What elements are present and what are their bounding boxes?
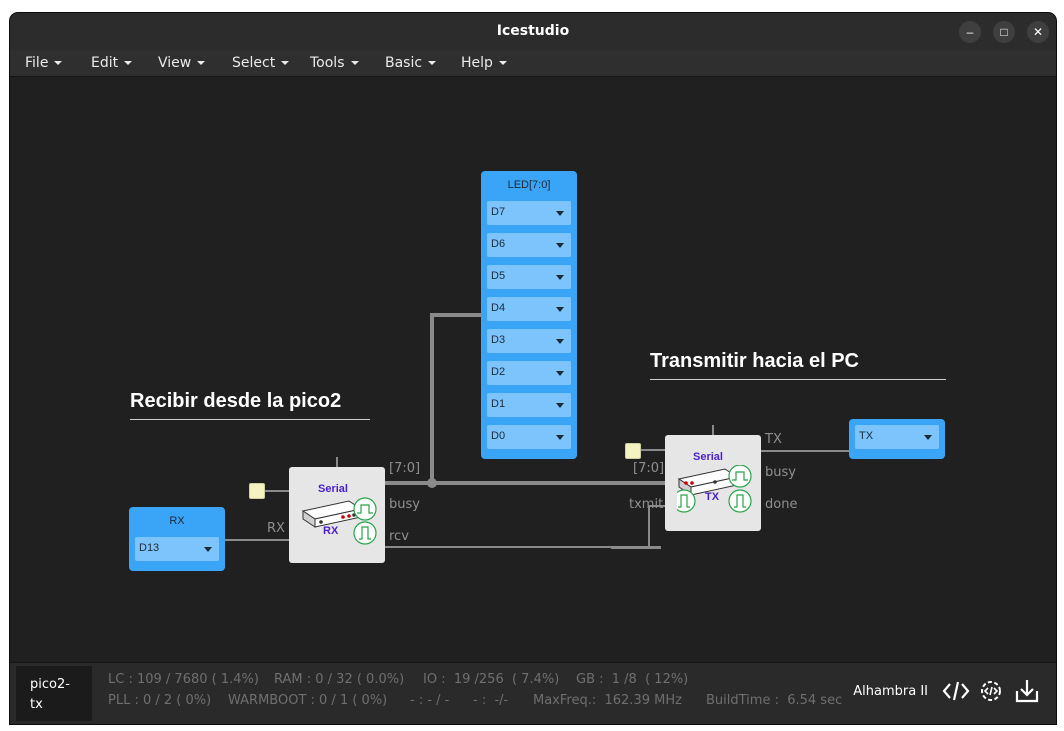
serial-rx-port-rx: RX — [267, 521, 285, 536]
bus-led[interactable] — [430, 313, 482, 483]
upload-board-icon[interactable] — [1013, 677, 1041, 705]
led-pin-select-d4[interactable]: D4 — [487, 297, 571, 321]
gear-code-icon[interactable] — [977, 677, 1005, 705]
menu-view[interactable]: View — [158, 55, 206, 71]
serial-rx-port-busy: busy — [389, 497, 420, 512]
serial-tx-port-busy: busy — [765, 465, 796, 480]
stat-dash-2: - : -/- — [473, 693, 509, 708]
chevron-down-icon — [54, 61, 63, 65]
stat-ram: RAM : 0 / 32 ( 0.0%) — [274, 672, 405, 687]
chevron-down-icon — [556, 307, 564, 312]
serial-rx-port-rcv: rcv — [389, 529, 409, 544]
serial-device-icon — [301, 497, 377, 545]
chevron-down-icon — [556, 339, 564, 344]
led-pin-select-d5[interactable]: D5 — [487, 265, 571, 289]
serial-tx-port-done: done — [765, 497, 798, 512]
led-pin-select-d2[interactable]: D2 — [487, 361, 571, 385]
stat-io: IO : 19 /256 ( 7.4%) — [423, 672, 560, 687]
menu-edit[interactable]: Edit — [91, 55, 133, 71]
serial-rx-title: Serial — [318, 483, 348, 495]
serial-rx-subtitle: RX — [323, 525, 339, 537]
stat-pll: PLL : 0 / 2 ( 0%) — [108, 693, 212, 708]
led-output-block[interactable]: LED[7:0] D7 D6 D5 D4 D3 D2 D1 D0 — [481, 171, 577, 459]
rx-block-title: RX — [169, 515, 185, 527]
tx-pin-select[interactable]: TX — [855, 425, 939, 449]
menu-help[interactable]: Help — [461, 55, 507, 71]
serial-tx-port-data: [7:0] — [633, 461, 665, 476]
serial-tx-title: Serial — [693, 451, 723, 463]
menu-bar: File Edit View Select Tools Basic Help — [10, 50, 1056, 77]
heading-receive: Recibir desde la pico2 — [130, 390, 370, 420]
chevron-down-icon — [556, 435, 564, 440]
wire-rcv-txmit[interactable] — [384, 505, 665, 548]
chevron-down-icon — [556, 243, 564, 248]
chevron-down-icon — [197, 61, 206, 65]
serial-tx-port-txmit: txmit — [629, 497, 664, 512]
menu-basic[interactable]: Basic — [385, 55, 437, 71]
stat-lc: LC : 109 / 7680 ( 1.4%) — [108, 672, 259, 687]
serial-tx-port-tx: TX — [765, 432, 782, 447]
title-bar: Icestudio – □ ✕ — [10, 13, 1056, 50]
chevron-down-icon — [124, 61, 133, 65]
heading-transmit: Transmitir hacia el PC — [650, 350, 946, 380]
status-bar: pico2-tx LC : 109 / 7680 ( 1.4%) RAM : 0… — [10, 662, 1056, 724]
bus-junction — [427, 478, 437, 488]
chevron-down-icon — [924, 435, 932, 440]
led-pin-select-d6[interactable]: D6 — [487, 233, 571, 257]
serial-tx-subtitle: TX — [705, 491, 720, 503]
led-pin-select-d3[interactable]: D3 — [487, 329, 571, 353]
chevron-down-icon — [281, 61, 290, 65]
minimize-button[interactable]: – — [959, 21, 981, 43]
app-window: Icestudio – □ ✕ File Edit View Select To… — [10, 13, 1056, 724]
stat-warmboot: WARMBOOT : 0 / 1 ( 0%) — [228, 693, 388, 708]
chevron-down-icon — [556, 371, 564, 376]
design-canvas[interactable]: Recibir desde la pico2 Transmitir hacia … — [10, 77, 1056, 663]
close-button[interactable]: ✕ — [1027, 21, 1049, 43]
stat-maxfreq: MaxFreq.: 162.39 MHz — [533, 693, 682, 708]
chevron-down-icon — [498, 61, 507, 65]
chevron-down-icon — [556, 275, 564, 280]
stat-buildtime: BuildTime : 6.54 sec — [706, 693, 843, 708]
stat-dash-1: - : - / - — [410, 693, 450, 708]
tab-pico2-tx[interactable]: pico2-tx — [16, 666, 92, 721]
serial-rx-module[interactable]: Serial RX — [289, 467, 385, 563]
serial-rx-port-data: [7:0] — [389, 461, 421, 476]
chevron-down-icon — [350, 61, 359, 65]
serial-tx-module[interactable]: Serial TX — [665, 435, 761, 531]
chevron-down-icon — [556, 403, 564, 408]
menu-tools[interactable]: Tools — [310, 55, 359, 71]
chevron-down-icon — [428, 61, 437, 65]
code-icon[interactable] — [942, 677, 970, 705]
led-pin-select-d7[interactable]: D7 — [487, 201, 571, 225]
board-selector[interactable]: Alhambra II — [853, 684, 928, 699]
window-title: Icestudio — [496, 23, 570, 39]
led-pin-select-d0[interactable]: D0 — [487, 425, 571, 449]
constant-tx-block[interactable] — [625, 443, 641, 459]
menu-file[interactable]: File — [25, 55, 63, 71]
tx-output-block[interactable]: TX — [849, 419, 945, 459]
rx-pin-select[interactable]: D13 — [135, 537, 219, 561]
menu-select[interactable]: Select — [232, 55, 290, 71]
led-block-title: LED[7:0] — [507, 179, 551, 191]
maximize-button[interactable]: □ — [993, 21, 1015, 43]
chevron-down-icon — [556, 211, 564, 216]
constant-rx-block[interactable] — [249, 483, 265, 499]
chevron-down-icon — [204, 547, 212, 552]
rx-input-block[interactable]: RX D13 — [129, 507, 225, 571]
led-pin-select-d1[interactable]: D1 — [487, 393, 571, 417]
stat-gb: GB : 1 /8 ( 12%) — [576, 672, 689, 687]
